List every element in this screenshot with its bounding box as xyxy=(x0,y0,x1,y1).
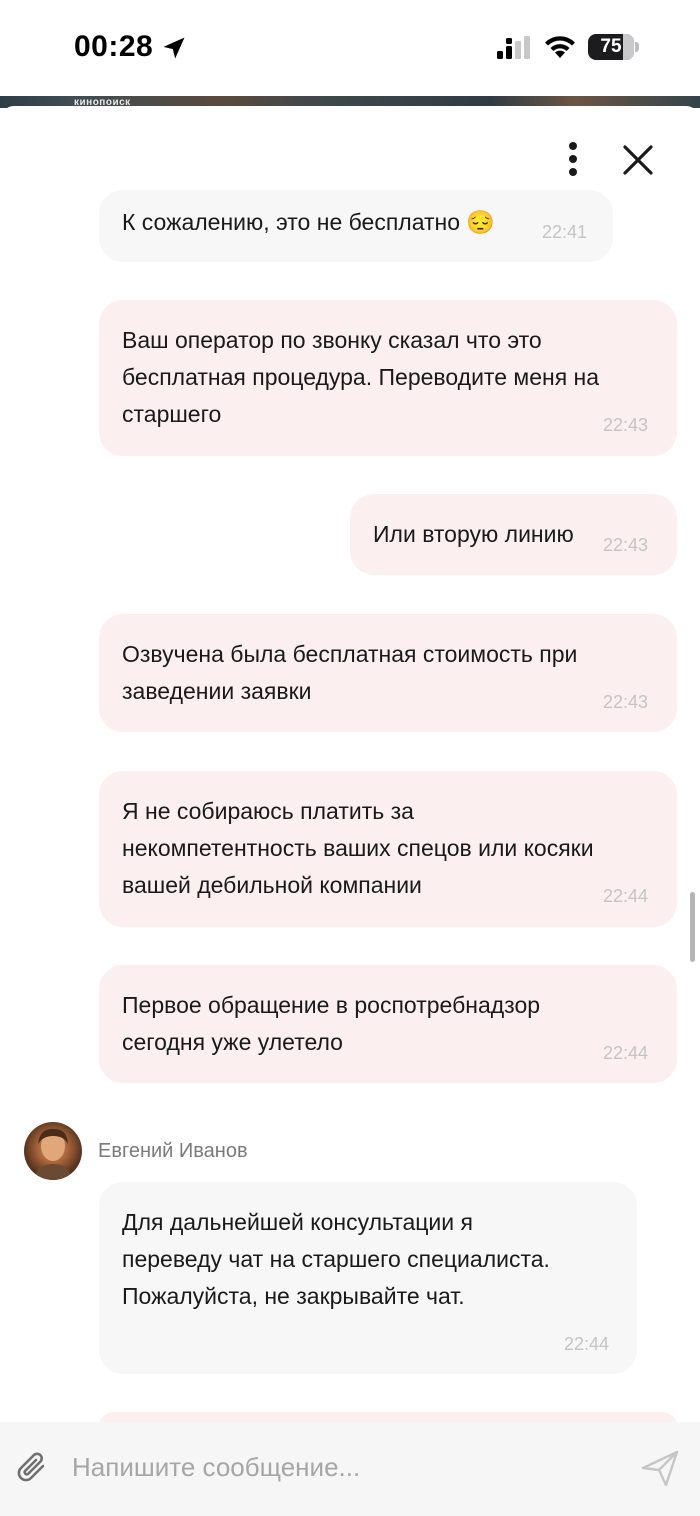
message-time: 22:43 xyxy=(603,692,649,712)
message-bubble-incoming: Для дальнейшей консультации я переведу ч… xyxy=(99,1182,637,1374)
message-bubble-outgoing: Или вторую линию 22:43 xyxy=(350,494,677,575)
message-time: 22:44 xyxy=(564,1334,610,1354)
status-bar: 00:28 75 xyxy=(0,0,700,96)
message-bubble-outgoing: Озвучена была бесплатная стоимость при з… xyxy=(99,614,677,732)
message-bubble-outgoing: Я не собираюсь платить за некомпетентнос… xyxy=(99,771,677,927)
message-bubble-outgoing: Ваш оператор по звонку сказал что это бе… xyxy=(99,300,677,456)
message-input[interactable] xyxy=(72,1444,612,1490)
send-icon[interactable] xyxy=(640,1448,680,1488)
message-text: К сожалению, это не бесплатно 😔 xyxy=(122,209,496,235)
more-vertical-icon[interactable] xyxy=(556,140,590,180)
message-text: Я не собираюсь платить за некомпетентнос… xyxy=(122,798,594,898)
status-time: 00:28 xyxy=(74,30,154,63)
message-text: Озвучена была бесплатная стоимость при з… xyxy=(122,641,578,704)
operator-name: Евгений Иванов xyxy=(98,1140,248,1162)
message-time: 22:44 xyxy=(603,1043,649,1063)
cellular-signal-icon xyxy=(497,36,530,59)
close-icon[interactable] xyxy=(620,142,656,178)
paperclip-icon[interactable] xyxy=(16,1450,50,1486)
message-text: Ваш оператор по звонку сказал что это бе… xyxy=(122,327,600,427)
message-time: 22:44 xyxy=(603,886,649,906)
message-text: Или вторую линию xyxy=(373,521,574,547)
operator-avatar[interactable] xyxy=(24,1122,82,1180)
message-text: Первое обращение в роспотребнадзор сегод… xyxy=(122,992,541,1055)
message-bubble-outgoing: Первое обращение в роспотребнадзор сегод… xyxy=(99,965,677,1083)
avatar-portrait xyxy=(34,1128,72,1180)
battery-nub xyxy=(635,42,639,52)
message-time: 22:41 xyxy=(542,222,588,242)
message-time: 22:43 xyxy=(603,415,649,435)
location-arrow-icon xyxy=(163,37,185,59)
wifi-icon xyxy=(545,36,575,58)
message-bubble-incoming: К сожалению, это не бесплатно 😔 22:41 xyxy=(99,190,613,262)
battery-percent: 75 xyxy=(600,36,622,57)
battery-indicator: 75 xyxy=(588,34,640,60)
message-text: Для дальнейшей консультации я переведу ч… xyxy=(122,1209,550,1309)
scroll-indicator[interactable] xyxy=(690,892,695,962)
message-time: 22:43 xyxy=(603,535,649,555)
